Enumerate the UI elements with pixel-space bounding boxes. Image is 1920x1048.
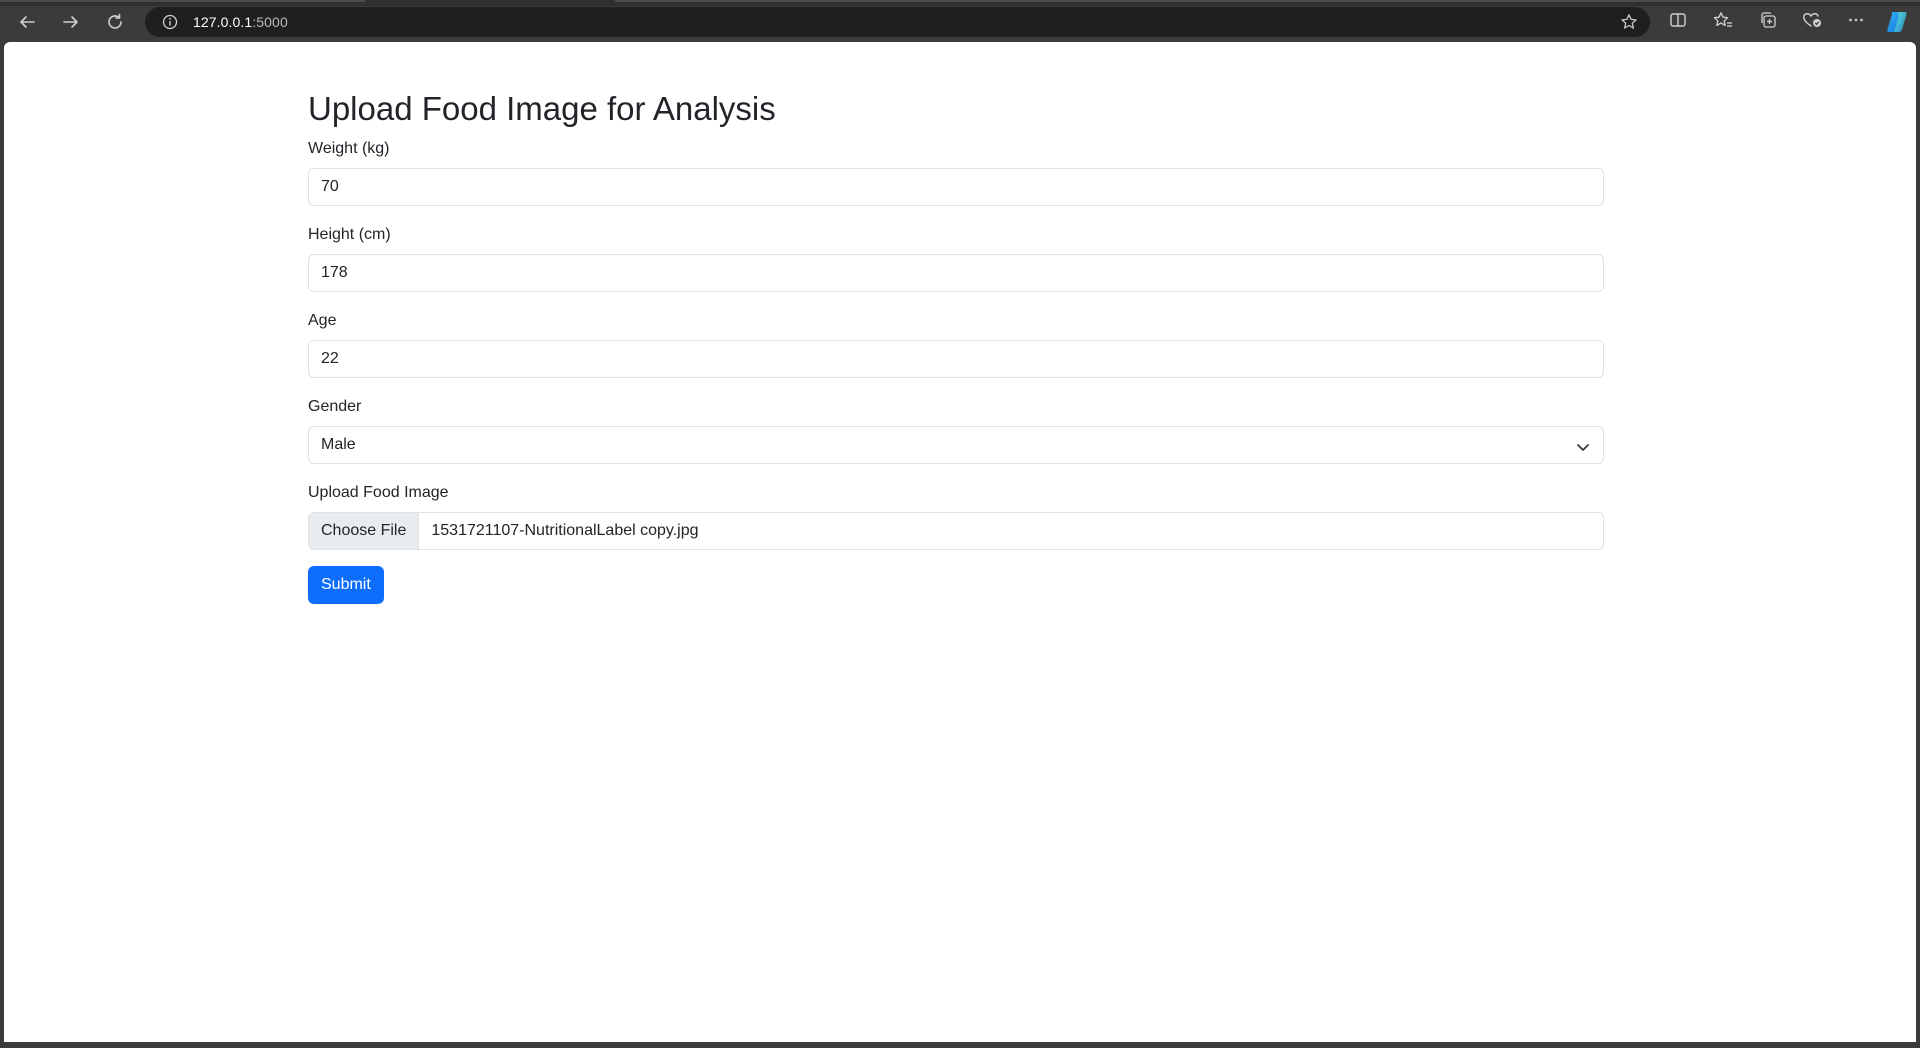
gender-selected-value: Male — [321, 436, 356, 453]
url-text[interactable]: 127.0.0.1:5000 — [193, 14, 288, 30]
forward-icon — [62, 13, 80, 31]
favorites-button[interactable] — [1711, 10, 1735, 34]
favorite-star-icon[interactable] — [1620, 13, 1638, 31]
submit-button[interactable]: Submit — [308, 566, 384, 604]
site-info-icon[interactable] — [161, 13, 179, 31]
image-label: Upload Food Image — [308, 484, 449, 501]
tab-edge — [615, 0, 1920, 2]
back-icon — [18, 13, 36, 31]
age-label: Age — [308, 312, 337, 329]
back-button[interactable] — [8, 8, 46, 36]
gender-select[interactable]: Male — [308, 426, 1604, 464]
age-input[interactable] — [308, 340, 1604, 378]
collections-icon — [1759, 11, 1777, 34]
height-label: Height (cm) — [308, 226, 391, 243]
reload-button[interactable] — [96, 8, 134, 36]
height-input[interactable] — [308, 254, 1604, 292]
more-menu-button[interactable] — [1844, 10, 1868, 34]
browser-essentials-button[interactable] — [1800, 10, 1824, 34]
url-port: :5000 — [252, 14, 288, 30]
choose-file-button[interactable]: Choose File — [309, 513, 420, 549]
reload-icon — [106, 13, 124, 31]
weight-label: Weight (kg) — [308, 140, 390, 157]
window-bottom-edge — [0, 1042, 1920, 1048]
selected-file-name: 1531721107-NutritionalLabel copy.jpg — [431, 522, 699, 539]
url-host: 127.0.0.1 — [193, 14, 253, 30]
split-screen-button[interactable] — [1666, 10, 1690, 34]
browser-essentials-icon — [1802, 11, 1822, 34]
collections-button[interactable] — [1756, 10, 1780, 34]
forward-button[interactable] — [52, 8, 90, 36]
copilot-icon[interactable] — [1884, 10, 1910, 34]
gender-label: Gender — [308, 398, 362, 415]
address-bar[interactable]: 127.0.0.1:5000 — [145, 7, 1650, 37]
food-image-file-input[interactable]: Choose File 1531721107-NutritionalLabel … — [308, 512, 1604, 550]
tab-strip — [0, 0, 1920, 6]
tab-edge — [0, 0, 365, 2]
chevron-down-icon — [1575, 439, 1591, 455]
split-screen-icon — [1669, 11, 1687, 34]
more-menu-icon — [1847, 11, 1865, 34]
favorites-icon — [1713, 11, 1733, 34]
weight-input[interactable] — [308, 168, 1604, 206]
page-title: Upload Food Image for Analysis — [308, 90, 776, 127]
browser-toolbar: 127.0.0.1:5000 — [0, 0, 1920, 42]
